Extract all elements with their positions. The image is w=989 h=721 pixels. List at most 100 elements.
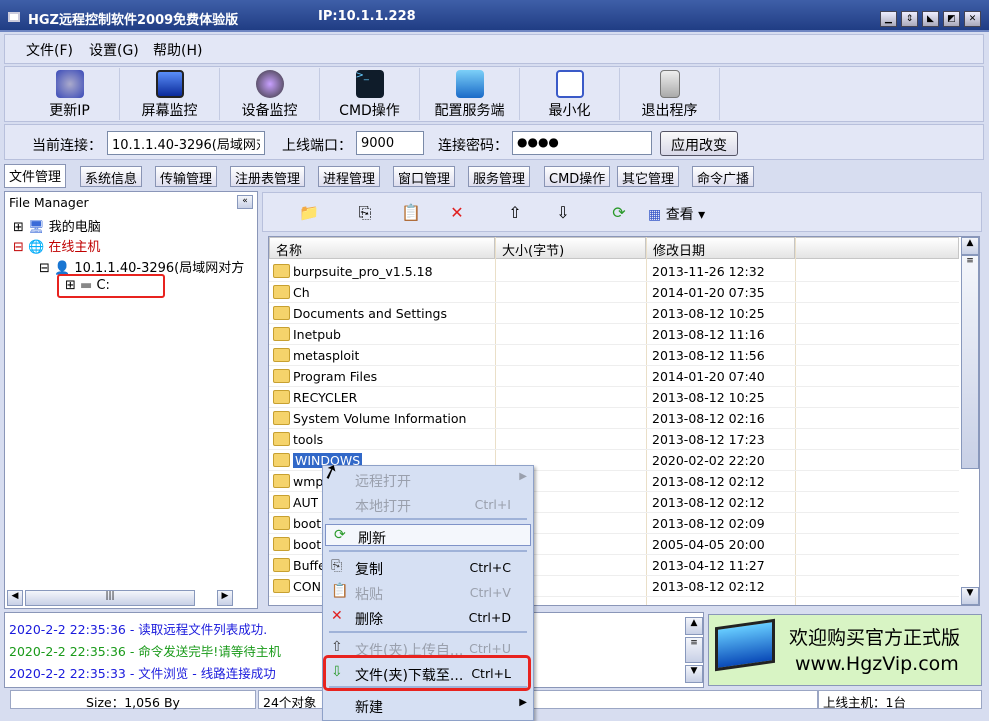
tree-item-my-computer[interactable]: ⊞ 🖥 我的电脑 (13, 216, 101, 235)
scroll-up-button[interactable]: ▲ (961, 237, 979, 255)
tab-transfer[interactable]: 传输管理 (155, 166, 218, 187)
context-menu-item[interactable]: ⟳ 刷新 (325, 524, 531, 547)
log-scroll-up[interactable]: ▲ (685, 617, 703, 635)
menu-settings[interactable]: 设置(G) (89, 40, 139, 60)
file-date: 2013-08-12 10:25 (652, 390, 765, 405)
file-row[interactable]: Inetpub 2013-08-12 11:16 (269, 324, 959, 345)
config-server-button[interactable]: 配置服务端 (420, 68, 520, 120)
current-connection-field[interactable] (107, 131, 265, 155)
tab-system-info[interactable]: 系统信息 (80, 166, 143, 187)
vertical-scrollbar-thumb[interactable]: ≡ (961, 255, 979, 469)
collapse-panel-button[interactable]: « (237, 195, 253, 209)
minimize-app-button[interactable]: 最小化 (520, 68, 620, 120)
folder-icon (273, 411, 290, 425)
monitors-icon (715, 618, 775, 672)
column-name[interactable]: 名称 (269, 237, 495, 259)
close-button[interactable]: ✕ (964, 11, 981, 27)
device-monitor-button[interactable]: 设备监控 (220, 68, 320, 120)
file-date: 2014-01-20 07:40 (652, 369, 765, 384)
context-menu-item[interactable]: 本地打开 Ctrl+I (323, 493, 533, 515)
computer-icon: 🖥 (28, 220, 45, 235)
folder-icon (273, 453, 290, 467)
password-field[interactable]: ●●●● (512, 131, 652, 155)
copy-button[interactable]: ⎘ (350, 200, 380, 226)
refresh-ip-button[interactable]: 更新IP (20, 68, 120, 120)
context-menu-item[interactable]: ⎘ 复制 Ctrl+C (323, 556, 533, 578)
file-row[interactable]: RECYCLER 2013-08-12 10:25 (269, 387, 959, 408)
tab-service[interactable]: 服务管理 (468, 166, 531, 187)
file-row[interactable]: tools 2013-08-12 17:23 (269, 429, 959, 450)
restore-button[interactable]: ◣ (922, 11, 939, 27)
file-date: 2013-08-12 02:09 (652, 516, 765, 531)
tree-item-online-hosts[interactable]: ⊟ 🌐 在线主机 (13, 236, 100, 255)
tab-cmd[interactable]: CMD操作 (544, 166, 611, 187)
context-menu-item[interactable]: 远程打开 ▶ (323, 468, 533, 490)
app-icon[interactable] (8, 12, 20, 22)
port-field[interactable] (356, 131, 424, 155)
file-row[interactable]: burpsuite_pro_v1.5.18 2013-11-26 12:32 (269, 261, 959, 282)
file-row[interactable]: System Volume Information 2013-08-12 02:… (269, 408, 959, 429)
tab-other[interactable]: 其它管理 (617, 166, 680, 187)
menu-bar (4, 34, 984, 64)
label: 我的电脑 (48, 220, 101, 235)
context-menu-item[interactable]: 新建 ▶ (323, 694, 533, 716)
view-button[interactable]: ▦ 查看 ▾ (648, 204, 705, 224)
download-icon: ⇩ (556, 203, 570, 222)
apply-button[interactable]: 应用改变 (660, 131, 738, 156)
scroll-down-button[interactable]: ▼ (961, 587, 979, 605)
label: CMD操作 (339, 103, 400, 119)
scroll-left-button[interactable]: ◀ (7, 590, 23, 606)
file-name: Buffe (293, 558, 326, 573)
ad-banner[interactable]: 欢迎购买官方正式版 www.HgzVip.com (708, 614, 982, 686)
menu-file[interactable]: 文件(F) (26, 40, 73, 60)
tab-broadcast[interactable]: 命令广播 (692, 166, 755, 187)
maximize-button[interactable]: ◩ (943, 11, 960, 27)
column-date[interactable]: 修改日期 (646, 237, 795, 259)
label: 最小化 (548, 103, 591, 119)
label: 退出程序 (641, 103, 698, 119)
exit-button[interactable]: 退出程序 (620, 68, 720, 120)
file-name: burpsuite_pro_v1.5.18 (293, 264, 433, 279)
tab-window[interactable]: 窗口管理 (393, 166, 456, 187)
cmd-button[interactable]: >_ CMD操作 (320, 68, 420, 120)
ad-line2: www.HgzVip.com (795, 653, 959, 675)
folder-icon (273, 495, 290, 509)
download-button[interactable]: ⇩ (548, 200, 578, 226)
file-row[interactable]: metasploit 2013-08-12 11:56 (269, 345, 959, 366)
label: 屏幕监控 (141, 103, 198, 119)
upload-button[interactable]: ⇧ (500, 200, 530, 226)
file-row[interactable]: Documents and Settings 2013-08-12 10:25 (269, 303, 959, 324)
column-blank (795, 237, 959, 259)
tab-process[interactable]: 进程管理 (318, 166, 381, 187)
horizontal-scrollbar[interactable]: ||| (25, 590, 195, 606)
file-name: CON (293, 579, 321, 594)
file-row[interactable]: Ch 2014-01-20 07:35 (269, 282, 959, 303)
up-folder-button[interactable]: 📁 (294, 200, 324, 226)
menu-shortcut: Ctrl+D (468, 610, 511, 625)
context-menu-item[interactable]: ✕ 删除 Ctrl+D (323, 606, 533, 628)
folder-icon (273, 558, 290, 572)
screen-monitor-button[interactable]: 屏幕监控 (120, 68, 220, 120)
column-size[interactable]: 大小(字节) (495, 237, 646, 259)
tree-item-drive-c[interactable]: ⊞ ▬ C: (65, 278, 110, 293)
refresh-button[interactable]: ⟳ (604, 200, 634, 226)
log-scroll-down[interactable]: ▼ (685, 665, 703, 683)
delete-button[interactable]: ✕ (442, 200, 472, 226)
menu-help[interactable]: 帮助(H) (153, 40, 202, 60)
password-label: 连接密码： (438, 138, 508, 154)
scroll-right-button[interactable]: ▶ (217, 590, 233, 606)
file-name: AUT (293, 495, 319, 510)
menu-label: 刷新 (358, 531, 386, 547)
paste-button[interactable]: 📋 (396, 200, 426, 226)
terminal-icon: >_ (355, 70, 384, 98)
file-row[interactable]: Program Files 2014-01-20 07:40 (269, 366, 959, 387)
log-scrollbar[interactable]: ≡ (685, 637, 703, 663)
minimize-button[interactable]: ▁ (880, 11, 897, 27)
rollup-button[interactable]: ⇕ (901, 11, 918, 27)
switch-icon (659, 70, 680, 98)
context-menu-item[interactable]: 📋 粘贴 Ctrl+V (323, 581, 533, 603)
tab-registry[interactable]: 注册表管理 (230, 166, 306, 187)
tab-file-manager[interactable]: 文件管理 (4, 164, 67, 188)
status-online: 上线主机：1台 (818, 690, 982, 710)
file-name: wmp (293, 474, 324, 489)
